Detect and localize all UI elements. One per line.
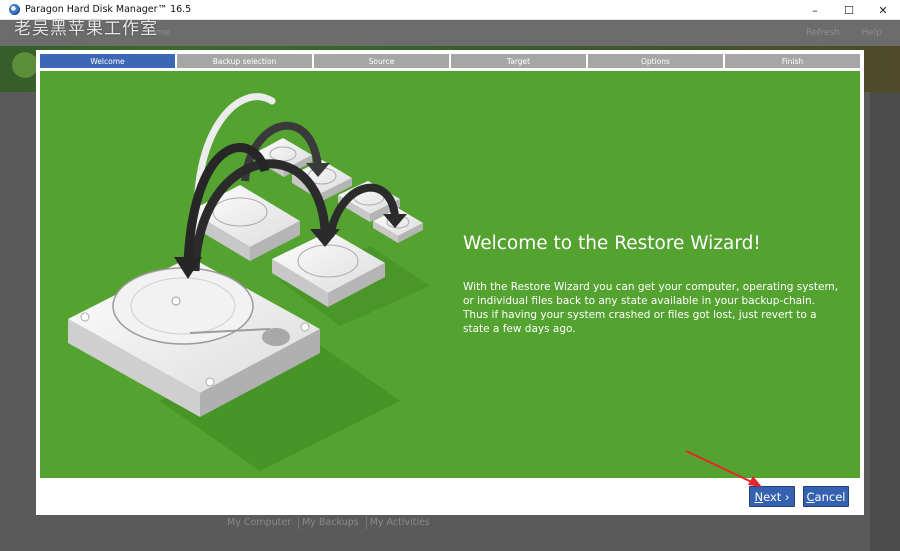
tab-my-activities: My Activities <box>365 516 433 529</box>
cancel-button[interactable]: Cancel <box>803 486 849 507</box>
wizard-footer: Next › Cancel <box>36 478 864 515</box>
window-controls: – ☐ ✕ <box>798 0 900 20</box>
step-options: Options <box>588 54 723 68</box>
tab-my-computer: My Computer <box>227 517 292 528</box>
help-button: Help <box>861 28 882 38</box>
hard-drives-illustration <box>68 93 430 471</box>
next-button-label: ext › <box>763 489 790 504</box>
welcome-panel: Welcome to the Restore Wizard! With the … <box>40 71 860 478</box>
step-target: Target <box>451 54 586 68</box>
background-logo <box>12 52 38 78</box>
step-welcome: Welcome <box>40 54 175 68</box>
step-backup-selection: Backup selection <box>177 54 312 68</box>
tab-my-backups: My Backups <box>298 516 362 529</box>
cancel-button-label: ancel <box>814 489 846 504</box>
step-source: Source <box>314 54 449 68</box>
background-tabs: My Computer My Backups My Activities <box>224 516 433 529</box>
restore-wizard-dialog: Welcome Backup selection Source Target O… <box>36 50 864 515</box>
refresh-button: Refresh <box>806 28 840 38</box>
minimize-button[interactable]: – <box>798 0 832 20</box>
cancel-button-mnemonic: C <box>806 489 815 504</box>
close-button[interactable]: ✕ <box>866 0 900 20</box>
wizard-description: With the Restore Wizard you can get your… <box>463 281 839 335</box>
wizard-steps: Welcome Backup selection Source Target O… <box>40 54 860 68</box>
step-finish: Finish <box>725 54 860 68</box>
maximize-button[interactable]: ☐ <box>832 0 866 20</box>
next-button-mnemonic: N <box>754 489 764 504</box>
watermark: 老吴黑苹果工作室 <box>14 19 158 39</box>
background-sidebar <box>870 92 900 551</box>
wizard-heading: Welcome to the Restore Wizard! <box>463 233 761 254</box>
next-button[interactable]: Next › <box>749 486 795 507</box>
